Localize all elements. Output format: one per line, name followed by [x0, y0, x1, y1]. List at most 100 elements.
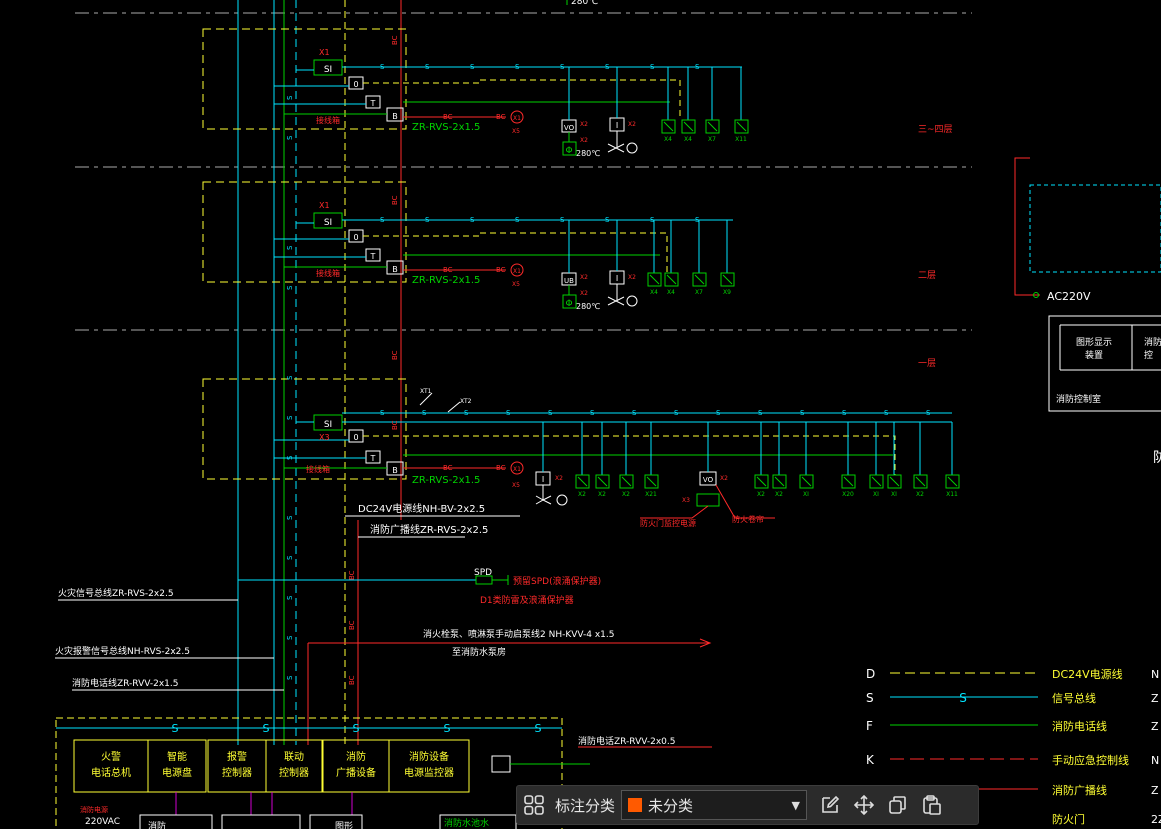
- wire-line: [597, 476, 608, 487]
- bus-s-label: S: [425, 216, 430, 224]
- b-module-label: B: [392, 112, 398, 121]
- riser-bc-label: BC: [391, 420, 399, 430]
- cable-spec-label: ZR-RVS-2x1.5: [412, 275, 480, 286]
- wire-line: [889, 476, 900, 487]
- bottom-box: [221, 814, 301, 829]
- legend-code: K: [866, 753, 875, 767]
- bc-label: BC: [496, 113, 506, 121]
- vo-module-label: VO: [564, 124, 575, 132]
- module-id-label: X2: [555, 475, 563, 482]
- zero-module-label: 0: [353, 233, 358, 242]
- legend-code: D: [866, 667, 875, 681]
- bus-s-label: S: [560, 63, 565, 71]
- hydrant-line-label: 消火栓泵、喷淋泵手动启泵线2 NH-KVV-4 x1.5: [423, 628, 615, 640]
- riser-s-label: S: [286, 375, 294, 380]
- module-id-label: X2: [628, 121, 636, 128]
- cabinet-s-label: S: [353, 722, 360, 735]
- junction-box-label: 接线箱: [316, 268, 340, 278]
- field-device-label: X4: [664, 136, 672, 143]
- cabinet-device: [147, 739, 207, 793]
- edit-icon[interactable]: [813, 788, 847, 822]
- cad-drawing-canvas[interactable]: 280℃ BC BC BC BC BC BC BC S S S S S S S S S S S S X1 S I 0 T B 接线箱…: [0, 0, 1161, 829]
- copy-icon[interactable]: [881, 788, 915, 822]
- panel-col2-label2: 控: [1144, 349, 1153, 361]
- cabinet-device-line1: 智能: [167, 750, 187, 763]
- cabinet-s-label: S: [172, 722, 179, 735]
- riser-bc-label: BC: [348, 620, 356, 630]
- wire-line: [774, 476, 785, 487]
- zero-module-label: 0: [353, 80, 358, 89]
- valve-actuator-icon: [626, 142, 638, 154]
- module-x3-label: X3: [319, 433, 330, 442]
- valve-actuator-icon: [626, 295, 638, 307]
- panel-col1-label: 图形显示: [1076, 336, 1112, 348]
- field-device-label: X9: [723, 289, 731, 296]
- cable-spec-label: ZR-RVS-2x1.5: [412, 122, 480, 133]
- bc-label: BC: [443, 113, 453, 121]
- legend-text: 信号总线: [1052, 691, 1096, 705]
- module-x1-label: X1: [319, 48, 330, 57]
- field-device-label: X2: [598, 491, 606, 498]
- cabinet-device: [388, 739, 470, 793]
- bus-s-label: S: [464, 409, 469, 417]
- cabinet-device-line2: 控制器: [279, 766, 309, 779]
- wire-line: [843, 476, 854, 487]
- bus-s-label: S: [650, 63, 655, 71]
- phone-cable-label: 消防电话ZR-RVV-2x0.5: [578, 735, 675, 747]
- legend-code: S: [866, 691, 874, 705]
- zero-module-label: 0: [353, 433, 358, 442]
- field-device-label: X21: [645, 491, 657, 498]
- top-temp-label: 280℃: [571, 0, 598, 7]
- bus-s-label: S: [425, 63, 430, 71]
- riser-s-label: S: [286, 95, 294, 100]
- riser-bc-label: BC: [348, 570, 356, 580]
- field-device-label: X2: [775, 491, 783, 498]
- cabinet-device-line1: 消防: [346, 750, 366, 763]
- field-device-label: X20: [842, 491, 854, 498]
- vent-line: [715, 484, 775, 519]
- module-id-label: X2: [580, 274, 588, 281]
- spd-note2-label: D1类防雷及浪涌保护器: [480, 594, 574, 606]
- i-module-label: I: [616, 121, 618, 130]
- wire-line: [871, 476, 882, 487]
- wire-line: [947, 476, 958, 487]
- bottom-box-label: 图形: [335, 820, 353, 829]
- bus-s-label: S: [695, 63, 700, 71]
- xt1-label: XT1: [420, 388, 432, 395]
- wire-line: [707, 121, 718, 132]
- field-device-label: X7: [695, 289, 703, 296]
- wire-line: [649, 274, 660, 285]
- phone-device-icon: [491, 755, 511, 773]
- temperature-label: 280℃: [576, 149, 600, 158]
- riser-bc-label: BC: [348, 675, 356, 685]
- cabinet-s-label: S: [263, 722, 270, 735]
- one-module-label: T: [370, 99, 376, 108]
- bus-s-label: S: [548, 409, 553, 417]
- vo-module-label: VO: [703, 476, 714, 484]
- valve-icon: [607, 296, 618, 306]
- cabinet-device-line2: 控制器: [222, 766, 252, 779]
- legend-code: F: [866, 719, 873, 733]
- bus-s-label: S: [515, 216, 520, 224]
- module-id-label: X2: [580, 290, 588, 297]
- pump-room-label: 消防水池水: [444, 817, 489, 829]
- bus-s-label: S: [422, 409, 427, 417]
- paste-icon[interactable]: [915, 788, 949, 822]
- bus-s-label: S: [470, 216, 475, 224]
- bc-label: BC: [496, 464, 506, 472]
- legend-tail: Z: [1151, 692, 1159, 705]
- cabinet-power-label: 消防电源: [80, 805, 108, 814]
- category-select[interactable]: 未分类 ▼: [621, 790, 808, 820]
- valve-actuator-icon: [556, 494, 568, 506]
- floor-label-2: 二层: [918, 270, 936, 281]
- wiring-static: [55, 0, 1161, 829]
- wire-line: [756, 476, 767, 487]
- field-device-label: X2: [757, 491, 765, 498]
- wire-line: [577, 476, 588, 487]
- move-icon[interactable]: [847, 788, 881, 822]
- bus-s-label: S: [674, 409, 679, 417]
- junction-box-label: 接线箱: [316, 115, 340, 125]
- control-room-label: 消防控制室: [1056, 393, 1101, 405]
- one-module-label: T: [370, 252, 376, 261]
- grid-icon[interactable]: [517, 788, 551, 822]
